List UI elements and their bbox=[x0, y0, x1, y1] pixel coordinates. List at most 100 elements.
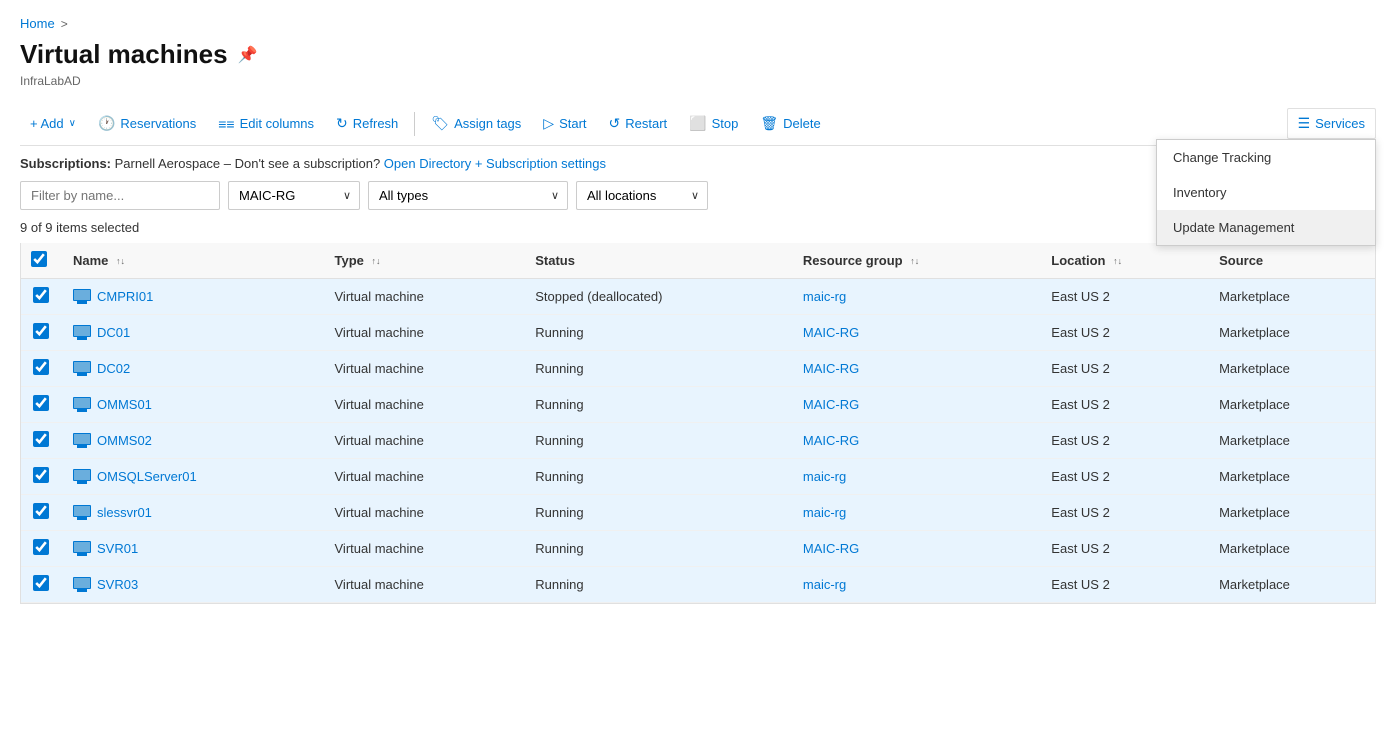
row-checkbox[interactable] bbox=[33, 539, 49, 555]
row-location: East US 2 bbox=[1039, 351, 1207, 387]
page-wrapper: Home > Virtual machines 📌 InfraLabAD + A… bbox=[0, 0, 1396, 620]
vm-name-link[interactable]: DC01 bbox=[73, 325, 311, 341]
row-status: Running bbox=[523, 423, 791, 459]
dropdown-item-inventory[interactable]: Inventory bbox=[1157, 175, 1375, 210]
subscription-text: Parnell Aerospace – Don't see a subscrip… bbox=[115, 156, 381, 171]
row-location: East US 2 bbox=[1039, 531, 1207, 567]
row-checkbox[interactable] bbox=[33, 431, 49, 447]
row-type: Virtual machine bbox=[323, 315, 524, 351]
rg-link[interactable]: maic-rg bbox=[803, 289, 846, 304]
row-name: SVR01 bbox=[61, 531, 323, 567]
row-checkbox-cell[interactable] bbox=[21, 531, 61, 567]
row-resource-group: MAIC-RG bbox=[791, 315, 1039, 351]
row-source: Marketplace bbox=[1207, 351, 1375, 387]
rg-link[interactable]: MAIC-RG bbox=[803, 361, 859, 376]
row-status: Running bbox=[523, 531, 791, 567]
rg-link[interactable]: maic-rg bbox=[803, 469, 846, 484]
row-checkbox-cell[interactable] bbox=[21, 315, 61, 351]
row-checkbox[interactable] bbox=[33, 323, 49, 339]
row-checkbox[interactable] bbox=[33, 359, 49, 375]
vm-name-link[interactable]: OMMS02 bbox=[73, 433, 311, 449]
rg-link[interactable]: MAIC-RG bbox=[803, 397, 859, 412]
row-resource-group: MAIC-RG bbox=[791, 351, 1039, 387]
row-name: OMMS02 bbox=[61, 423, 323, 459]
row-checkbox[interactable] bbox=[33, 395, 49, 411]
row-source: Marketplace bbox=[1207, 387, 1375, 423]
rg-sort[interactable]: ↑↓ bbox=[910, 257, 919, 266]
table-row: DC01 Virtual machine Running MAIC-RG Eas… bbox=[21, 315, 1375, 351]
rg-link[interactable]: MAIC-RG bbox=[803, 433, 859, 448]
row-checkbox[interactable] bbox=[33, 287, 49, 303]
open-directory-link[interactable]: Open Directory + Subscription settings bbox=[384, 156, 606, 171]
vm-name-link[interactable]: SVR03 bbox=[73, 577, 311, 593]
row-checkbox-cell[interactable] bbox=[21, 495, 61, 531]
vm-name-link[interactable]: DC02 bbox=[73, 361, 311, 377]
row-status: Running bbox=[523, 351, 791, 387]
row-checkbox-cell[interactable] bbox=[21, 423, 61, 459]
vm-name-link[interactable]: slessvr01 bbox=[73, 505, 311, 521]
row-resource-group: MAIC-RG bbox=[791, 423, 1039, 459]
assign-tags-button[interactable]: 🏷 Assign tags bbox=[421, 109, 531, 138]
refresh-button[interactable]: ↻ Refresh bbox=[326, 109, 408, 138]
type-filter[interactable]: All types ∨ bbox=[368, 181, 568, 210]
resource-group-filter[interactable]: MAIC-RG ∨ bbox=[228, 181, 360, 210]
rg-link[interactable]: MAIC-RG bbox=[803, 325, 859, 340]
edit-columns-label: Edit columns bbox=[240, 116, 314, 131]
row-name: slessvr01 bbox=[61, 495, 323, 531]
pin-icon[interactable]: 📌 bbox=[238, 45, 258, 65]
reservations-label: Reservations bbox=[120, 116, 196, 131]
row-checkbox-cell[interactable] bbox=[21, 279, 61, 315]
location-filter[interactable]: All locations ∨ bbox=[576, 181, 708, 210]
name-header: Name ↑↓ bbox=[61, 243, 323, 279]
add-button[interactable]: + Add ∨ bbox=[20, 110, 86, 137]
vm-icon bbox=[73, 397, 91, 413]
row-status: Running bbox=[523, 495, 791, 531]
rg-link[interactable]: MAIC-RG bbox=[803, 541, 859, 556]
edit-columns-button[interactable]: ≡≡ Edit columns bbox=[208, 110, 324, 138]
rg-link[interactable]: maic-rg bbox=[803, 577, 846, 592]
vm-name-link[interactable]: CMPRI01 bbox=[73, 289, 311, 305]
row-checkbox[interactable] bbox=[33, 467, 49, 483]
reservations-button[interactable]: 🕐 Reservations bbox=[88, 109, 206, 138]
stop-button[interactable]: ⬜ Stop bbox=[679, 109, 748, 138]
subscriptions-label: Subscriptions: bbox=[20, 156, 111, 171]
row-checkbox-cell[interactable] bbox=[21, 459, 61, 495]
name-sort[interactable]: ↑↓ bbox=[116, 257, 125, 266]
dropdown-item-update-management[interactable]: Update Management bbox=[1157, 210, 1375, 245]
resource-group-select[interactable]: MAIC-RG bbox=[229, 182, 359, 209]
services-button[interactable]: ☰ Services bbox=[1287, 108, 1376, 139]
vm-name-link[interactable]: OMSQLServer01 bbox=[73, 469, 311, 485]
row-checkbox[interactable] bbox=[33, 503, 49, 519]
rg-link[interactable]: maic-rg bbox=[803, 505, 846, 520]
start-button[interactable]: ▷ Start bbox=[533, 109, 596, 138]
vm-name-link[interactable]: OMMS01 bbox=[73, 397, 311, 413]
row-name: SVR03 bbox=[61, 567, 323, 603]
select-all-checkbox[interactable] bbox=[31, 251, 47, 267]
name-filter-input[interactable] bbox=[20, 181, 220, 210]
table-row: SVR03 Virtual machine Running maic-rg Ea… bbox=[21, 567, 1375, 603]
edit-columns-icon: ≡≡ bbox=[218, 116, 234, 132]
row-status: Running bbox=[523, 567, 791, 603]
delete-button[interactable]: 🗑 Delete bbox=[750, 109, 830, 138]
row-checkbox[interactable] bbox=[33, 575, 49, 591]
breadcrumb: Home > bbox=[20, 16, 1376, 31]
vm-name-link[interactable]: SVR01 bbox=[73, 541, 311, 557]
restart-button[interactable]: ↺ Restart bbox=[599, 109, 678, 138]
row-checkbox-cell[interactable] bbox=[21, 351, 61, 387]
row-status: Running bbox=[523, 315, 791, 351]
location-sort[interactable]: ↑↓ bbox=[1113, 257, 1122, 266]
select-all-header[interactable] bbox=[21, 243, 61, 279]
row-checkbox-cell[interactable] bbox=[21, 567, 61, 603]
row-location: East US 2 bbox=[1039, 315, 1207, 351]
table-row: slessvr01 Virtual machine Running maic-r… bbox=[21, 495, 1375, 531]
vm-icon bbox=[73, 325, 91, 341]
services-label: Services bbox=[1315, 116, 1365, 131]
row-checkbox-cell[interactable] bbox=[21, 387, 61, 423]
row-location: East US 2 bbox=[1039, 567, 1207, 603]
dropdown-item-change-tracking[interactable]: Change Tracking bbox=[1157, 140, 1375, 175]
vm-icon bbox=[73, 433, 91, 449]
breadcrumb-home[interactable]: Home bbox=[20, 16, 55, 31]
location-select[interactable]: All locations bbox=[577, 182, 707, 209]
type-sort[interactable]: ↑↓ bbox=[372, 257, 381, 266]
type-select[interactable]: All types bbox=[369, 182, 559, 209]
